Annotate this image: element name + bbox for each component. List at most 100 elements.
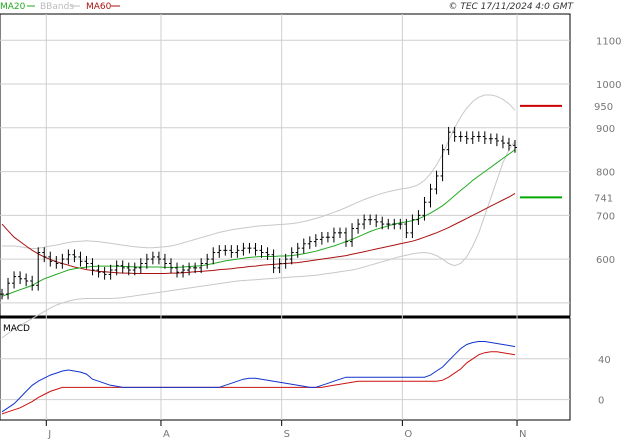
price-bar bbox=[175, 262, 180, 278]
macd-y-tick-label: 0 bbox=[598, 396, 604, 407]
copyright-timestamp: © TEC 17/11/2024 4:0 GMT bbox=[448, 2, 574, 12]
price-bar bbox=[494, 133, 499, 147]
price-bar bbox=[325, 231, 330, 243]
price-bar bbox=[482, 131, 487, 144]
ma60-line bbox=[1, 192, 516, 274]
price-bar bbox=[416, 210, 421, 225]
price-bar bbox=[319, 231, 324, 245]
price-y-tick-label: 1000 bbox=[596, 80, 621, 91]
macd-signal-line bbox=[1, 351, 516, 415]
price-bar bbox=[452, 126, 457, 142]
legend-bbands: BBands bbox=[40, 2, 74, 12]
price-bar bbox=[6, 277, 11, 300]
price-bar bbox=[211, 247, 216, 265]
macd-frame bbox=[0, 317, 571, 421]
legend: MA20 BBands MA60 bbox=[0, 2, 120, 12]
price-bar bbox=[205, 253, 210, 269]
price-bar bbox=[410, 214, 415, 239]
price-bar bbox=[488, 133, 493, 144]
price-bar bbox=[271, 249, 276, 274]
x-tick-label: A bbox=[163, 429, 170, 440]
price-bar bbox=[386, 218, 391, 230]
price-bar bbox=[0, 288, 4, 300]
price-bar bbox=[144, 253, 149, 269]
price-bar bbox=[253, 242, 258, 256]
macd-panel bbox=[1, 341, 516, 415]
price-bar bbox=[18, 271, 23, 285]
price-bar bbox=[331, 227, 336, 243]
macd-line bbox=[1, 341, 516, 413]
price-bar bbox=[464, 131, 469, 144]
price-bar bbox=[138, 258, 143, 274]
price-bar bbox=[187, 262, 192, 276]
price-frame bbox=[0, 13, 571, 317]
price-bar bbox=[337, 227, 342, 239]
price-y-axis: 1100 1000 900 800 700 600 bbox=[596, 36, 621, 266]
price-bar bbox=[446, 126, 451, 155]
price-bar bbox=[265, 247, 270, 260]
price-bar bbox=[368, 214, 373, 225]
price-bar bbox=[500, 135, 505, 149]
price-bar bbox=[60, 253, 65, 269]
price-bar bbox=[217, 245, 222, 258]
legend-ma20: MA20 bbox=[0, 2, 26, 12]
target-label: 950 bbox=[594, 102, 613, 113]
price-bar bbox=[374, 214, 379, 228]
macd-y-axis: 40 0 bbox=[598, 355, 611, 407]
price-annotations: 950 741 bbox=[520, 102, 613, 204]
x-axis: JASON bbox=[45, 420, 527, 440]
price-bar bbox=[434, 170, 439, 195]
price-bar bbox=[440, 144, 445, 182]
price-bar bbox=[458, 131, 463, 142]
price-bar bbox=[428, 183, 433, 208]
macd-y-tick-label: 40 bbox=[598, 355, 611, 366]
price-bar bbox=[259, 245, 264, 258]
price-bar bbox=[102, 266, 107, 280]
price-bar bbox=[66, 249, 71, 265]
price-y-tick-label: 600 bbox=[596, 255, 615, 266]
price-bar bbox=[344, 227, 349, 247]
x-tick-label: O bbox=[404, 429, 412, 440]
x-tick-label: N bbox=[519, 429, 526, 440]
price-bar bbox=[72, 249, 77, 263]
price-bar bbox=[168, 258, 173, 274]
bbands-lower-line bbox=[1, 140, 516, 339]
price-bar bbox=[235, 245, 240, 258]
chart-root: MA20 BBands MA60 © TEC 17/11/2024 4:0 GM… bbox=[0, 2, 621, 440]
price-bar bbox=[362, 214, 367, 230]
price-bar bbox=[30, 275, 35, 291]
price-bar bbox=[247, 242, 252, 254]
price-bar bbox=[24, 273, 29, 287]
price-bar bbox=[229, 245, 234, 258]
x-tick-label: S bbox=[284, 429, 290, 440]
price-bar bbox=[356, 218, 361, 234]
price-panel bbox=[0, 94, 517, 339]
x-tick-label: J bbox=[47, 429, 51, 440]
price-bar bbox=[470, 131, 475, 144]
price-bar bbox=[476, 131, 481, 142]
price-y-tick-label: 900 bbox=[596, 124, 615, 135]
price-bar bbox=[506, 137, 511, 151]
price-bar bbox=[313, 234, 318, 247]
price-bar bbox=[150, 251, 155, 265]
price-y-tick-label: 800 bbox=[596, 168, 615, 179]
price-y-tick-label: 700 bbox=[596, 211, 615, 222]
price-bar bbox=[223, 245, 228, 256]
price-bar bbox=[307, 236, 312, 250]
target-label: 741 bbox=[594, 193, 613, 204]
price-bar bbox=[301, 238, 306, 254]
price-bar bbox=[277, 258, 282, 274]
price-bar bbox=[295, 242, 300, 258]
price-bar bbox=[36, 247, 41, 291]
price-y-tick-label: 1100 bbox=[596, 36, 621, 47]
price-bar bbox=[42, 247, 47, 263]
price-bar bbox=[398, 218, 403, 230]
price-bar bbox=[350, 223, 355, 247]
price-bar bbox=[156, 251, 161, 265]
price-bar bbox=[392, 218, 397, 230]
price-bar bbox=[12, 271, 17, 289]
macd-panel-title: MACD bbox=[3, 324, 30, 334]
legend-ma60: MA60 bbox=[86, 2, 112, 12]
price-bar bbox=[241, 242, 246, 256]
price-bar bbox=[162, 253, 167, 269]
